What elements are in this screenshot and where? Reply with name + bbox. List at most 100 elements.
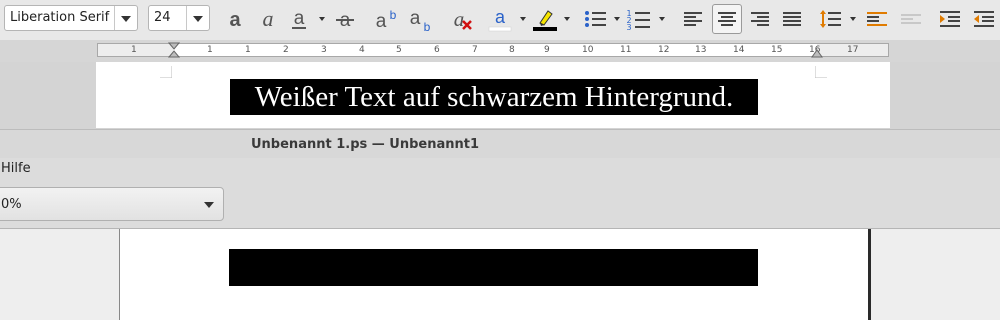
ruler-number: 13 bbox=[695, 45, 707, 55]
align-center-icon bbox=[718, 12, 736, 26]
subscript-button[interactable]: ab bbox=[405, 6, 431, 34]
svg-text:b: b bbox=[424, 20, 431, 32]
increase-paragraph-spacing-button[interactable] bbox=[864, 6, 890, 32]
highlight-dropdown-arrow[interactable] bbox=[564, 17, 570, 21]
font-color-icon: a bbox=[488, 7, 512, 32]
strikethrough-button[interactable]: a bbox=[332, 6, 358, 32]
svg-text:3: 3 bbox=[626, 23, 631, 32]
svg-text:a: a bbox=[376, 11, 387, 32]
paragraph-spacing-increase-icon bbox=[867, 12, 887, 26]
numbered-list-icon: 123 bbox=[626, 9, 650, 32]
ruler-number: 12 bbox=[658, 45, 670, 55]
formatting-toolbar: Liberation Serif 24 a a a a ab ab a a bbox=[0, 0, 1000, 40]
decrease-indent-button[interactable] bbox=[971, 6, 997, 32]
highlight-color-icon bbox=[533, 10, 557, 31]
ruler-number: 10 bbox=[582, 45, 594, 55]
ruler-number: 3 bbox=[321, 45, 327, 55]
ruler-number: 4 bbox=[359, 45, 365, 55]
svg-text:a: a bbox=[294, 8, 305, 29]
menu-help[interactable]: Hilfe bbox=[1, 161, 31, 176]
bold-icon: a bbox=[229, 9, 241, 31]
highlighting-color-button[interactable] bbox=[532, 6, 558, 32]
ruler-number: 11 bbox=[620, 45, 632, 55]
superscript-icon: ab bbox=[376, 8, 397, 32]
justify-icon bbox=[783, 12, 801, 26]
italic-button[interactable]: a bbox=[255, 6, 281, 32]
line-spacing-dropdown-arrow[interactable] bbox=[850, 17, 856, 21]
font-color-dropdown-arrow[interactable] bbox=[520, 17, 526, 21]
ruler-number: 7 bbox=[472, 45, 478, 55]
clear-formatting-button[interactable]: a bbox=[448, 6, 474, 32]
chevron-down-icon bbox=[193, 16, 203, 22]
font-name-dropdown-button[interactable] bbox=[114, 6, 137, 30]
horizontal-ruler[interactable]: 1 1 1 2 3 4 5 6 7 8 9 10 11 12 13 14 15 … bbox=[97, 42, 889, 58]
superscript-button[interactable]: ab bbox=[371, 6, 397, 32]
ruler-number: 1 bbox=[131, 45, 137, 55]
align-left-button[interactable] bbox=[680, 6, 706, 32]
font-size-value[interactable]: 24 bbox=[154, 10, 171, 25]
svg-text:a: a bbox=[410, 8, 421, 29]
unordered-list-button[interactable] bbox=[583, 6, 609, 32]
left-indent-marker-icon[interactable] bbox=[168, 42, 180, 58]
align-left-icon bbox=[684, 12, 702, 26]
increase-indent-button[interactable] bbox=[937, 6, 963, 32]
ruler-number: 17 bbox=[847, 45, 859, 55]
decrease-paragraph-spacing-button[interactable] bbox=[898, 6, 924, 32]
underline-button[interactable]: a bbox=[286, 6, 312, 32]
svg-text:b: b bbox=[390, 8, 397, 22]
ruler-number: 9 bbox=[544, 45, 550, 55]
svg-text:a: a bbox=[263, 6, 274, 31]
line-spacing-icon bbox=[820, 10, 841, 28]
chevron-down-icon bbox=[121, 16, 131, 22]
viewer-toolbar: 0% bbox=[0, 182, 1000, 229]
zoom-combobox[interactable]: 0% bbox=[0, 187, 224, 221]
zoom-value: 0% bbox=[1, 197, 22, 212]
underline-dropdown-arrow[interactable] bbox=[319, 17, 325, 21]
font-size-dropdown-button[interactable] bbox=[186, 6, 209, 30]
ruler-number: 6 bbox=[434, 45, 440, 55]
font-color-button[interactable]: a bbox=[487, 6, 513, 32]
bold-button[interactable]: a bbox=[222, 6, 248, 32]
ruler-number: 14 bbox=[733, 45, 745, 55]
ruler-text-area bbox=[173, 44, 817, 56]
viewer-menu-bar: Hilfe bbox=[0, 158, 1000, 182]
ruler-number: 5 bbox=[396, 45, 402, 55]
align-right-button[interactable] bbox=[747, 6, 773, 32]
justify-button[interactable] bbox=[779, 6, 805, 32]
font-size-combobox[interactable]: 24 bbox=[148, 5, 210, 31]
right-indent-marker-icon[interactable] bbox=[811, 48, 823, 58]
indent-decrease-icon bbox=[974, 11, 994, 27]
ruler-number: 2 bbox=[283, 45, 289, 55]
align-right-icon bbox=[751, 12, 769, 26]
svg-text:a: a bbox=[454, 7, 465, 31]
ruler-number: 1 bbox=[207, 45, 213, 55]
font-name-combobox[interactable]: Liberation Serif bbox=[4, 5, 138, 31]
underline-icon: a bbox=[292, 8, 306, 29]
ruler-number: 15 bbox=[771, 45, 783, 55]
svg-text:a: a bbox=[495, 7, 506, 27]
bullet-list-dropdown-arrow[interactable] bbox=[614, 17, 620, 21]
clear-formatting-icon: a bbox=[454, 7, 472, 31]
paragraph-spacing-decrease-icon bbox=[901, 14, 921, 24]
text-boundary-corner-icon bbox=[815, 66, 827, 78]
document-text[interactable]: Weißer Text auf schwarzem Hintergrund. bbox=[230, 79, 758, 115]
font-name-value[interactable]: Liberation Serif bbox=[10, 10, 109, 25]
window-title: Unbenannt 1.ps — Unbenannt1 bbox=[251, 137, 480, 152]
ruler-number: 8 bbox=[509, 45, 515, 55]
numbered-list-dropdown-arrow[interactable] bbox=[659, 17, 665, 21]
bullet-list-icon bbox=[585, 11, 606, 27]
ruler-number: 1 bbox=[245, 45, 251, 55]
ordered-list-button[interactable]: 123 bbox=[625, 6, 651, 32]
strikethrough-icon: a bbox=[336, 10, 354, 31]
viewer-title-bar[interactable]: Unbenannt 1.ps — Unbenannt1 bbox=[0, 129, 1000, 159]
rendered-black-bar bbox=[229, 249, 758, 286]
align-center-button[interactable] bbox=[712, 4, 742, 34]
text-boundary-corner-icon bbox=[160, 66, 172, 78]
highlighted-text-line[interactable]: Weißer Text auf schwarzem Hintergrund. bbox=[230, 79, 758, 115]
line-spacing-button[interactable] bbox=[818, 6, 844, 32]
italic-icon: a bbox=[263, 6, 274, 31]
subscript-icon: ab bbox=[410, 8, 431, 34]
indent-increase-icon bbox=[940, 11, 960, 27]
chevron-down-icon bbox=[204, 202, 214, 208]
svg-text:a: a bbox=[229, 9, 241, 31]
